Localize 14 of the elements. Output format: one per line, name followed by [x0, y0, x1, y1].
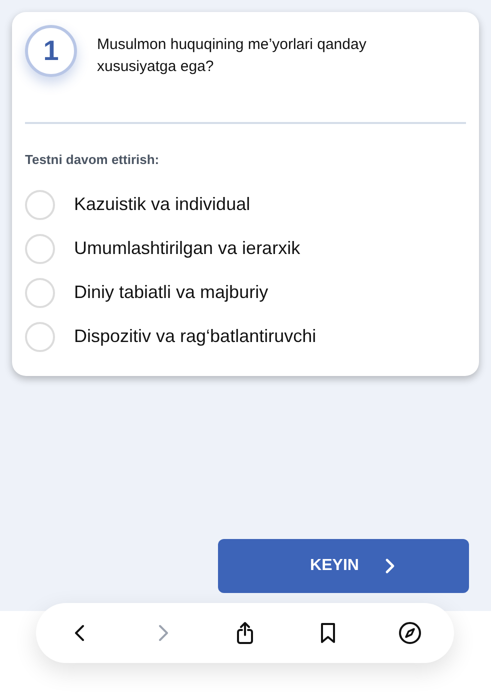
- option-label[interactable]: Diniy tabiatli va majburiy: [74, 279, 268, 306]
- option-label[interactable]: Kazuistik va individual: [74, 191, 250, 218]
- next-button[interactable]: KEYIN: [218, 539, 469, 593]
- question-number: 1: [25, 25, 77, 77]
- radio-button[interactable]: [25, 322, 55, 352]
- chevron-right-icon: [384, 558, 395, 574]
- section-label: Testni davom ettirish:: [25, 151, 160, 169]
- radio-button[interactable]: [25, 234, 55, 264]
- option-label[interactable]: Umumlashtirilgan va ierarxik: [74, 235, 300, 262]
- option-label[interactable]: Dispozitiv va rag‘batlantiruvchi: [74, 323, 316, 350]
- radio-button[interactable]: [25, 278, 55, 308]
- compass-icon[interactable]: [398, 620, 422, 646]
- radio-button[interactable]: [25, 190, 55, 220]
- question-text: Musulmon huquqining me’yorlari qanday xususiyatga ega?: [97, 35, 368, 77]
